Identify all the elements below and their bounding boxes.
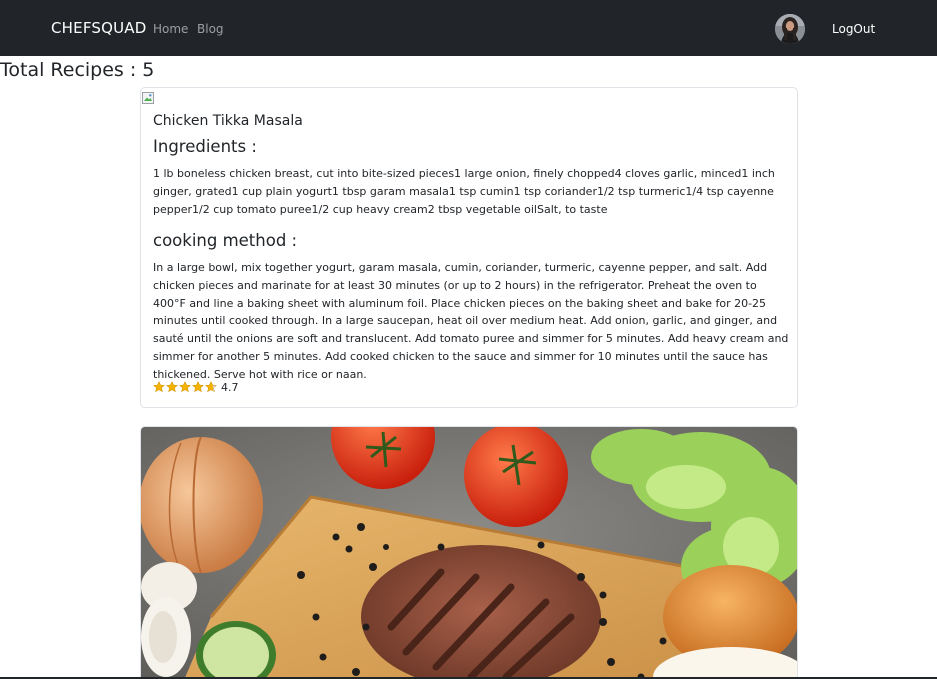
ingredients-heading: Ingredients :: [153, 137, 257, 156]
recipe-rating: 4.7: [153, 380, 239, 394]
recipe-title: Chicken Tikka Masala: [153, 113, 303, 129]
rating-stars: [153, 381, 217, 393]
recipe-card: [140, 426, 798, 679]
cooking-method-heading: cooking method :: [153, 231, 298, 250]
broken-image-icon: [142, 89, 154, 104]
brand-logo[interactable]: CHEFSQUAD: [51, 19, 147, 37]
recipe-card: Chicken Tikka Masala Ingredients : 1 lb …: [140, 87, 798, 408]
nav-home-link[interactable]: Home: [153, 22, 188, 36]
nav-blog-link[interactable]: Blog: [197, 22, 224, 36]
navbar: CHEFSQUAD Home Blog LogOut: [0, 0, 937, 56]
rating-value: 4.7: [221, 380, 239, 394]
recipe-image: [141, 427, 797, 679]
avatar[interactable]: [775, 14, 805, 44]
star-icon: [192, 381, 204, 393]
star-icon: [166, 381, 178, 393]
total-recipes-heading: Total Recipes : 5: [0, 59, 155, 81]
logout-button[interactable]: LogOut: [832, 22, 875, 36]
star-icon: [205, 381, 217, 393]
cooking-method-text: In a large bowl, mix together yogurt, ga…: [153, 261, 789, 381]
star-icon: [179, 381, 191, 393]
ingredients-text: 1 lb boneless chicken breast, cut into b…: [153, 167, 775, 216]
star-icon: [153, 381, 165, 393]
